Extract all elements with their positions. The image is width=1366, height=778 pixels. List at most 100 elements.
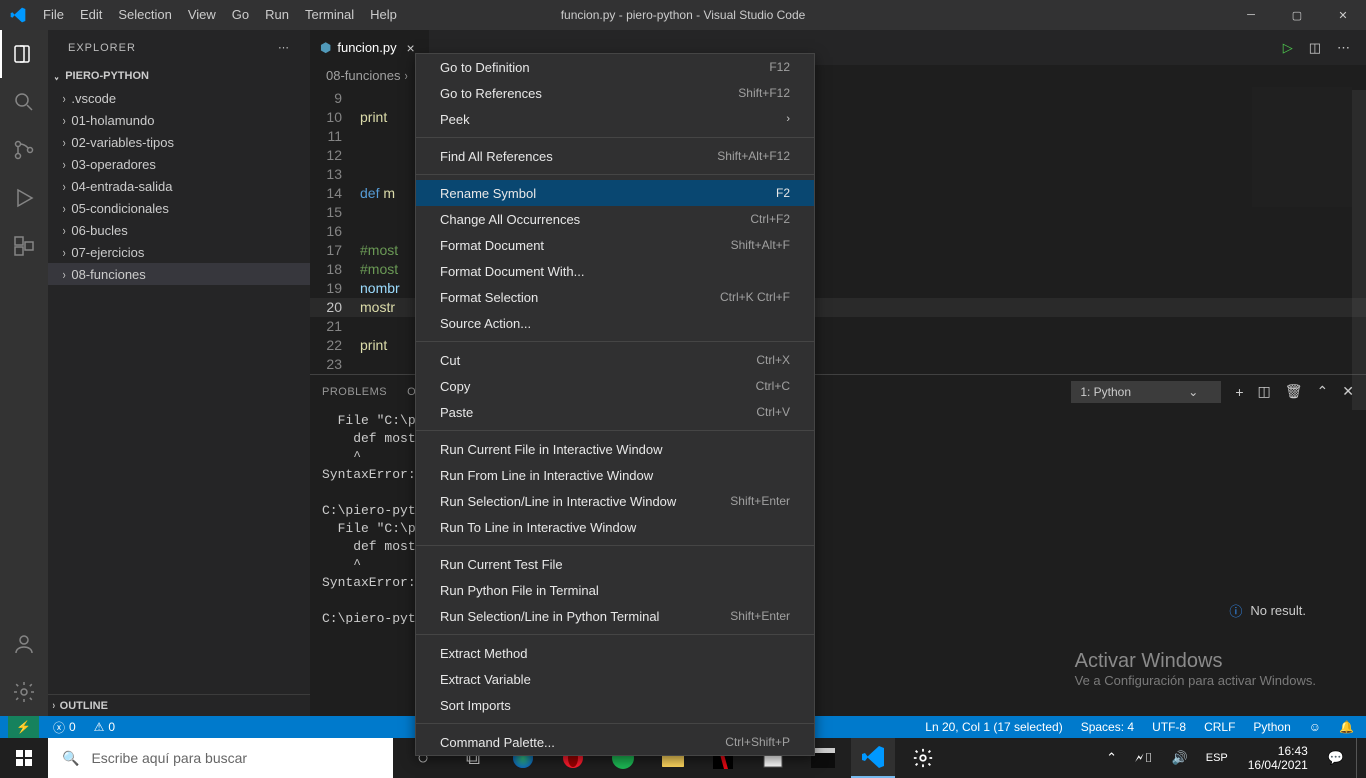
menu-help[interactable]: Help [362, 0, 405, 30]
tree-item-07-ejercicios[interactable]: ›07-ejercicios [48, 241, 310, 263]
extensions-icon[interactable] [0, 222, 48, 270]
line-col[interactable]: Ln 20, Col 1 (17 selected) [921, 716, 1066, 738]
more-icon[interactable]: ⋯ [278, 41, 290, 54]
menu-file[interactable]: File [35, 0, 72, 30]
language-indicator[interactable]: ESP [1200, 752, 1234, 764]
ctx-format-document-with-[interactable]: Format Document With... [416, 258, 814, 284]
terminal-selector[interactable]: 1: Python⌄ [1071, 381, 1221, 403]
ctx-sort-imports[interactable]: Sort Imports [416, 692, 814, 718]
source-control-icon[interactable] [0, 126, 48, 174]
scrollbar[interactable] [1352, 90, 1366, 410]
sidebar: EXPLORER ⋯ ⌄ PIERO-PYTHON ›.vscode›01-ho… [48, 30, 310, 716]
panel-tab-problems[interactable]: PROBLEMS [322, 378, 387, 406]
eol[interactable]: CRLF [1200, 716, 1239, 738]
ctx-format-selection[interactable]: Format SelectionCtrl+K Ctrl+F [416, 284, 814, 310]
tray-chevron-icon[interactable]: ⌃ [1100, 750, 1123, 766]
ctx-command-palette-[interactable]: Command Palette...Ctrl+Shift+P [416, 729, 814, 755]
feedback-icon[interactable]: ☺ [1305, 716, 1325, 738]
explorer-icon[interactable] [0, 30, 48, 78]
ctx-run-from-line-in-interactive-window[interactable]: Run From Line in Interactive Window [416, 462, 814, 488]
vscode-taskbar-icon[interactable] [851, 738, 895, 778]
ctx-paste[interactable]: PasteCtrl+V [416, 399, 814, 425]
tab-funcion[interactable]: ⬢ funcion.py × [310, 30, 429, 65]
remote-indicator[interactable]: ⚡ [8, 716, 39, 738]
ctx-run-current-file-in-interactive-window[interactable]: Run Current File in Interactive Window [416, 436, 814, 462]
ctx-go-to-definition[interactable]: Go to DefinitionF12 [416, 54, 814, 80]
menu-edit[interactable]: Edit [72, 0, 110, 30]
ctx-source-action-[interactable]: Source Action... [416, 310, 814, 336]
tree-item-06-bucles[interactable]: ›06-bucles [48, 219, 310, 241]
explorer-title: EXPLORER [68, 42, 136, 54]
info-icon: ⓘ [1229, 601, 1242, 620]
run-debug-icon[interactable] [0, 174, 48, 222]
context-menu: Go to DefinitionF12Go to ReferencesShift… [415, 53, 815, 756]
chevron-right-icon: › [405, 68, 408, 83]
settings-taskbar-icon[interactable] [901, 738, 945, 778]
tree-item-03-operadores[interactable]: ›03-operadores [48, 153, 310, 175]
ctx-run-current-test-file[interactable]: Run Current Test File [416, 551, 814, 577]
ctx-run-selection-line-in-python-terminal[interactable]: Run Selection/Line in Python TerminalShi… [416, 603, 814, 629]
tree-item-04-entrada-salida[interactable]: ›04-entrada-salida [48, 175, 310, 197]
chevron-right-icon: › [63, 91, 66, 106]
close-button[interactable]: ✕ [1320, 0, 1366, 30]
account-icon[interactable] [0, 620, 48, 668]
battery-icon[interactable]: 🗲▯ [1129, 750, 1160, 766]
ctx-rename-symbol[interactable]: Rename SymbolF2 [416, 180, 814, 206]
ctx-change-all-occurrences[interactable]: Change All OccurrencesCtrl+F2 [416, 206, 814, 232]
warnings-count[interactable]: ⚠ 0 [90, 716, 119, 738]
ctx-find-all-references[interactable]: Find All ReferencesShift+Alt+F12 [416, 143, 814, 169]
ctx-cut[interactable]: CutCtrl+X [416, 347, 814, 373]
ctx-run-python-file-in-terminal[interactable]: Run Python File in Terminal [416, 577, 814, 603]
volume-icon[interactable]: 🔊 [1166, 750, 1194, 766]
taskbar-search[interactable]: 🔍 Escribe aquí para buscar [48, 738, 393, 778]
activity-bar [0, 30, 48, 716]
menu-selection[interactable]: Selection [110, 0, 179, 30]
chevron-right-icon: › [63, 179, 66, 194]
minimize-button[interactable]: ─ [1228, 0, 1274, 30]
menu-run[interactable]: Run [257, 0, 297, 30]
tree-item-.vscode[interactable]: ›.vscode [48, 87, 310, 109]
indentation[interactable]: Spaces: 4 [1077, 716, 1138, 738]
tree-item-02-variables-tipos[interactable]: ›02-variables-tipos [48, 131, 310, 153]
encoding[interactable]: UTF-8 [1148, 716, 1190, 738]
ctx-copy[interactable]: CopyCtrl+C [416, 373, 814, 399]
start-button[interactable] [0, 738, 48, 778]
new-terminal-icon[interactable]: + [1235, 384, 1243, 400]
outline-section[interactable]: › OUTLINE [48, 694, 310, 716]
maximize-button[interactable]: ▢ [1274, 0, 1320, 30]
chevron-right-icon: › [63, 245, 66, 260]
ctx-extract-method[interactable]: Extract Method [416, 640, 814, 666]
language-mode[interactable]: Python [1249, 716, 1294, 738]
ctx-run-selection-line-in-interactive-window[interactable]: Run Selection/Line in Interactive Window… [416, 488, 814, 514]
tree-item-05-condicionales[interactable]: ›05-condicionales [48, 197, 310, 219]
window-title: funcion.py - piero-python - Visual Studi… [561, 8, 806, 22]
errors-count[interactable]: ⓧ 0 [49, 716, 80, 738]
search-icon[interactable] [0, 78, 48, 126]
split-terminal-icon[interactable]: ◫ [1258, 383, 1271, 400]
minimap[interactable] [1252, 87, 1352, 207]
more-actions-icon[interactable]: ⋯ [1337, 40, 1350, 56]
settings-gear-icon[interactable] [0, 668, 48, 716]
menu-go[interactable]: Go [224, 0, 257, 30]
tree-item-08-funciones[interactable]: ›08-funciones [48, 263, 310, 285]
vscode-logo-icon [0, 7, 35, 23]
menu-view[interactable]: View [180, 0, 224, 30]
search-no-result-toast: ⓘ No result. [1219, 595, 1316, 626]
ctx-format-document[interactable]: Format DocumentShift+Alt+F [416, 232, 814, 258]
run-file-icon[interactable]: ▷ [1283, 40, 1293, 56]
kill-terminal-icon[interactable]: 🗑 [1285, 383, 1303, 400]
action-center-icon[interactable]: 💬 [1322, 750, 1350, 766]
split-editor-icon[interactable]: ◫ [1309, 40, 1321, 56]
chevron-right-icon: › [63, 157, 66, 172]
ctx-peek[interactable]: Peek› [416, 106, 814, 132]
ctx-run-to-line-in-interactive-window[interactable]: Run To Line in Interactive Window [416, 514, 814, 540]
menu-terminal[interactable]: Terminal [297, 0, 362, 30]
show-desktop[interactable] [1356, 738, 1362, 778]
ctx-go-to-references[interactable]: Go to ReferencesShift+F12 [416, 80, 814, 106]
notifications-icon[interactable]: 🔔 [1335, 716, 1358, 738]
project-section[interactable]: ⌄ PIERO-PYTHON [48, 65, 310, 87]
python-file-icon: ⬢ [320, 40, 331, 56]
tree-item-01-holamundo[interactable]: ›01-holamundo [48, 109, 310, 131]
maximize-panel-icon[interactable]: ⌃ [1317, 383, 1329, 400]
ctx-extract-variable[interactable]: Extract Variable [416, 666, 814, 692]
